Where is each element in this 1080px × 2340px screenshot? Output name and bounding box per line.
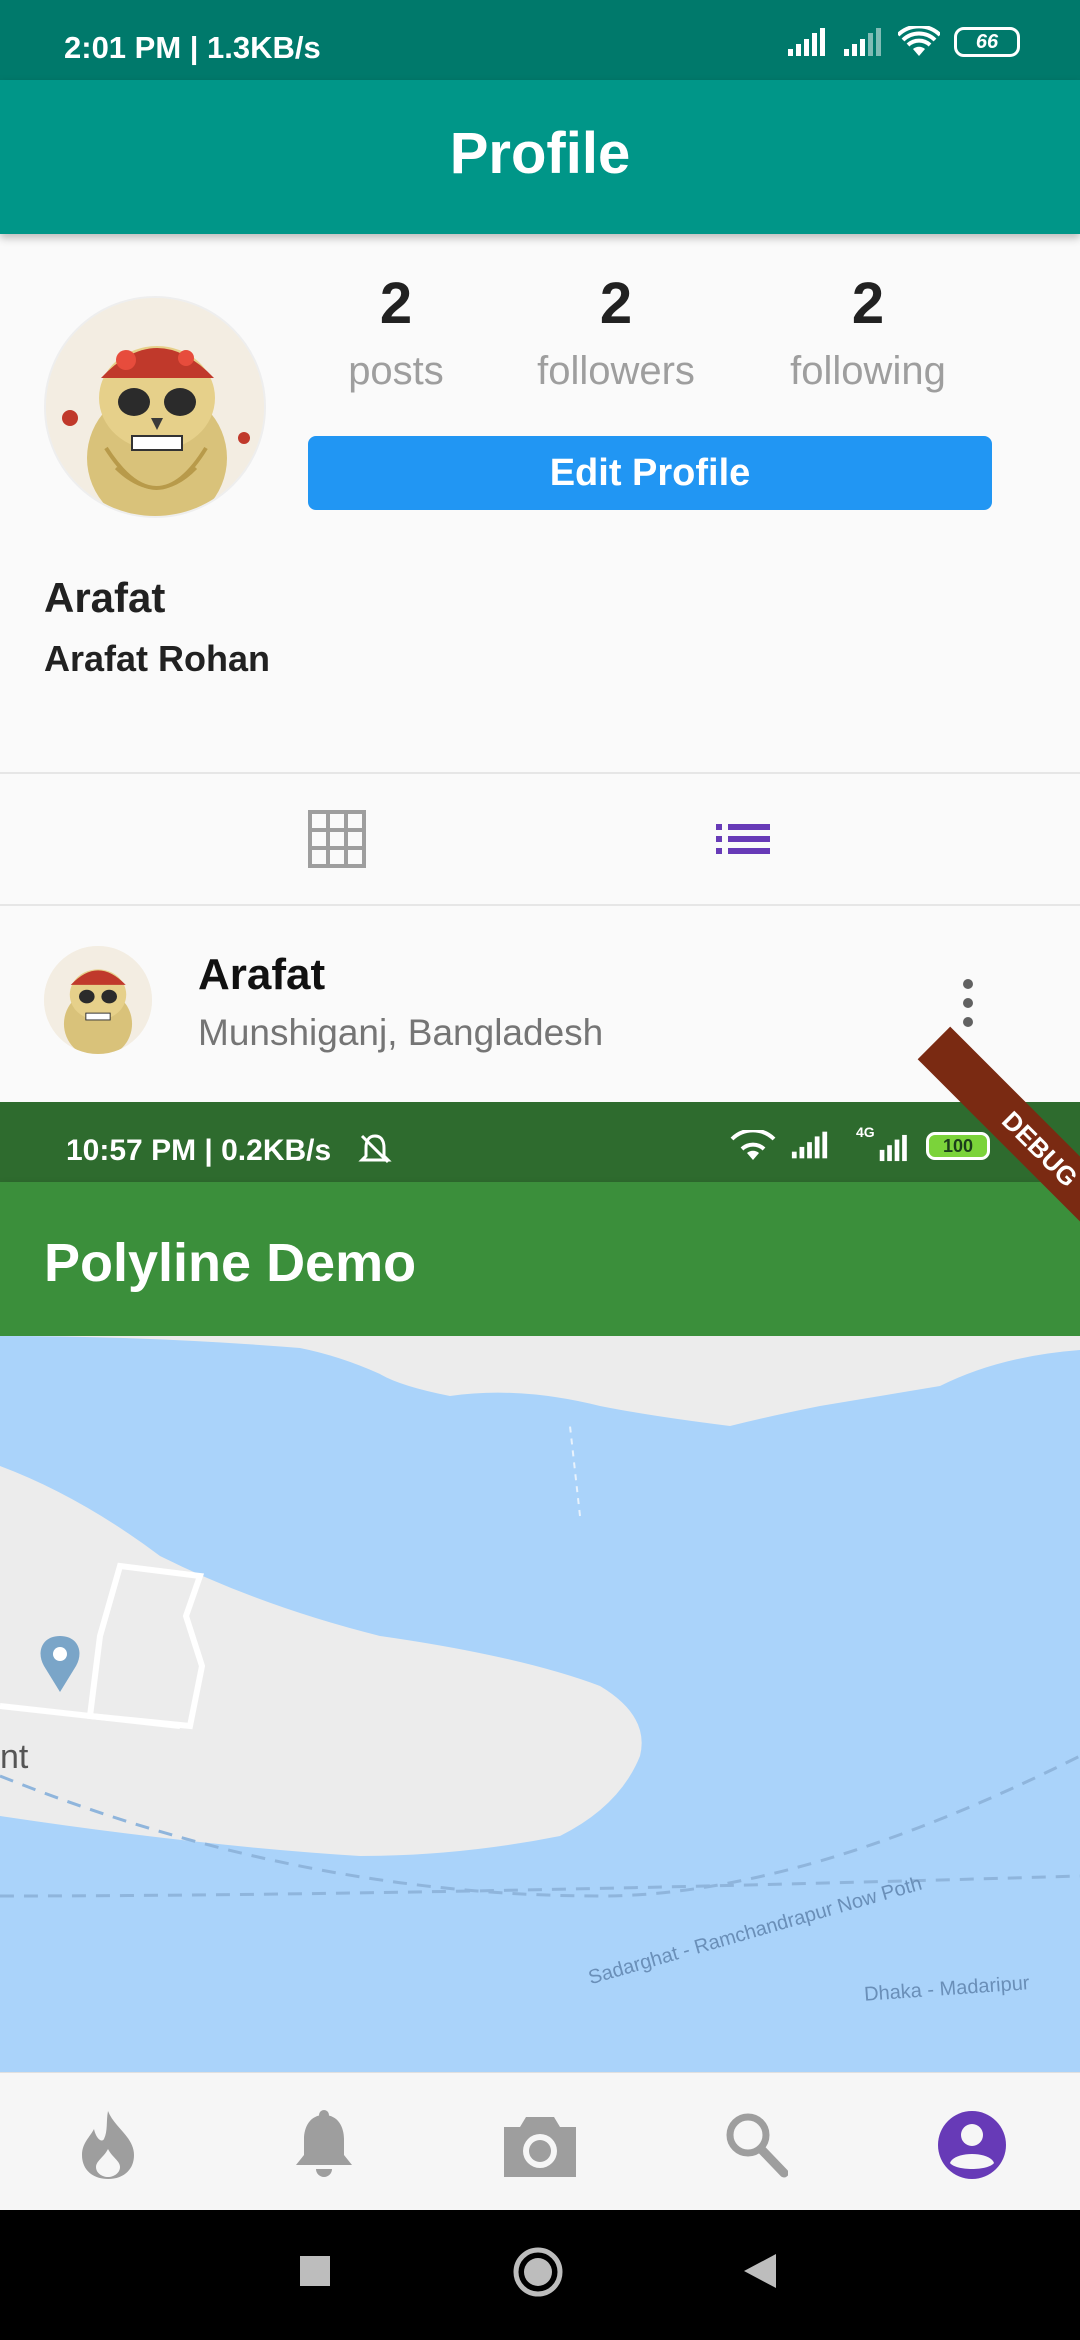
nav-search[interactable] (714, 2103, 798, 2187)
wifi-icon (898, 26, 940, 56)
battery-icon: 66 (954, 27, 1020, 57)
divider-top (0, 772, 1080, 774)
embedded-app-title: Polyline Demo (44, 1233, 417, 1293)
followers-label: followers (537, 349, 695, 393)
nav-upload[interactable] (498, 2103, 582, 2187)
home-icon[interactable] (512, 2246, 564, 2298)
status-time: 2:01 PM | 1.3KB/s (64, 30, 321, 65)
skull-avatar-image-small (44, 946, 152, 1054)
account-icon (938, 2111, 1006, 2179)
profile-avatar[interactable] (44, 296, 266, 518)
following-count: 2 (851, 271, 885, 336)
map-pin-label: nt (0, 1738, 29, 1776)
bottom-navigation (0, 2072, 1080, 2210)
search-icon (726, 2113, 788, 2178)
followers-count: 2 (599, 271, 633, 336)
embedded-battery-level: 100 (942, 1135, 974, 1156)
embedded-battery-icon: 100 (926, 1132, 990, 1160)
embedded-app-bar: Polyline Demo (0, 1182, 1080, 1336)
system-navigation-bar (0, 2210, 1080, 2340)
map-view[interactable]: nt Sadarghat - Ramchandrapur Now Poth Dh… (0, 1336, 1080, 2072)
embedded-wifi-icon (730, 1130, 776, 1160)
stat-followers[interactable]: 2 followers (516, 270, 716, 394)
nav-feed[interactable] (66, 2103, 150, 2187)
embedded-signal-icon-2 (879, 1134, 907, 1162)
posts-count: 2 (379, 271, 413, 336)
fire-icon (82, 2111, 134, 2179)
app-bar: Profile (0, 80, 1080, 234)
recents-icon[interactable] (298, 2254, 332, 2288)
skull-avatar-image (46, 298, 264, 516)
bell-off-icon (358, 1134, 392, 1164)
notifications-icon (296, 2110, 352, 2177)
status-icons: 66 (786, 26, 1020, 58)
nav-notifications[interactable] (282, 2103, 366, 2187)
post-author-name[interactable]: Arafat (198, 950, 325, 1000)
post-author-avatar[interactable] (44, 946, 152, 1054)
divider-tabs (0, 904, 1080, 906)
camera-icon (504, 2117, 576, 2177)
edit-profile-button[interactable]: Edit Profile (308, 436, 992, 510)
nav-profile[interactable] (930, 2103, 1014, 2187)
page-title: Profile (449, 121, 631, 186)
posts-label: posts (348, 349, 444, 393)
grid-icon[interactable] (308, 810, 366, 868)
following-label: following (790, 349, 946, 393)
signal-icon-2 (844, 28, 881, 56)
back-icon[interactable] (742, 2252, 778, 2290)
battery-level: 66 (975, 30, 999, 53)
username: Arafat (44, 574, 166, 621)
stat-posts[interactable]: 2 posts (296, 270, 496, 394)
embedded-signal-icon (791, 1131, 828, 1159)
full-name: Arafat Rohan (44, 638, 271, 679)
status-bar: 2:01 PM | 1.3KB/s 66 (0, 0, 1080, 80)
signal-icon (788, 28, 825, 56)
embedded-status-bar: 10:57 PM | 0.2KB/s 4G 100 (0, 1102, 1080, 1182)
more-vert-icon[interactable] (960, 978, 976, 1028)
post-location: Munshiganj, Bangladesh (198, 1012, 604, 1053)
stat-following[interactable]: 2 following (768, 270, 968, 394)
map-canvas (0, 1336, 1080, 2072)
list-icon[interactable] (716, 822, 770, 856)
embedded-status-time: 10:57 PM | 0.2KB/s (66, 1134, 332, 1167)
